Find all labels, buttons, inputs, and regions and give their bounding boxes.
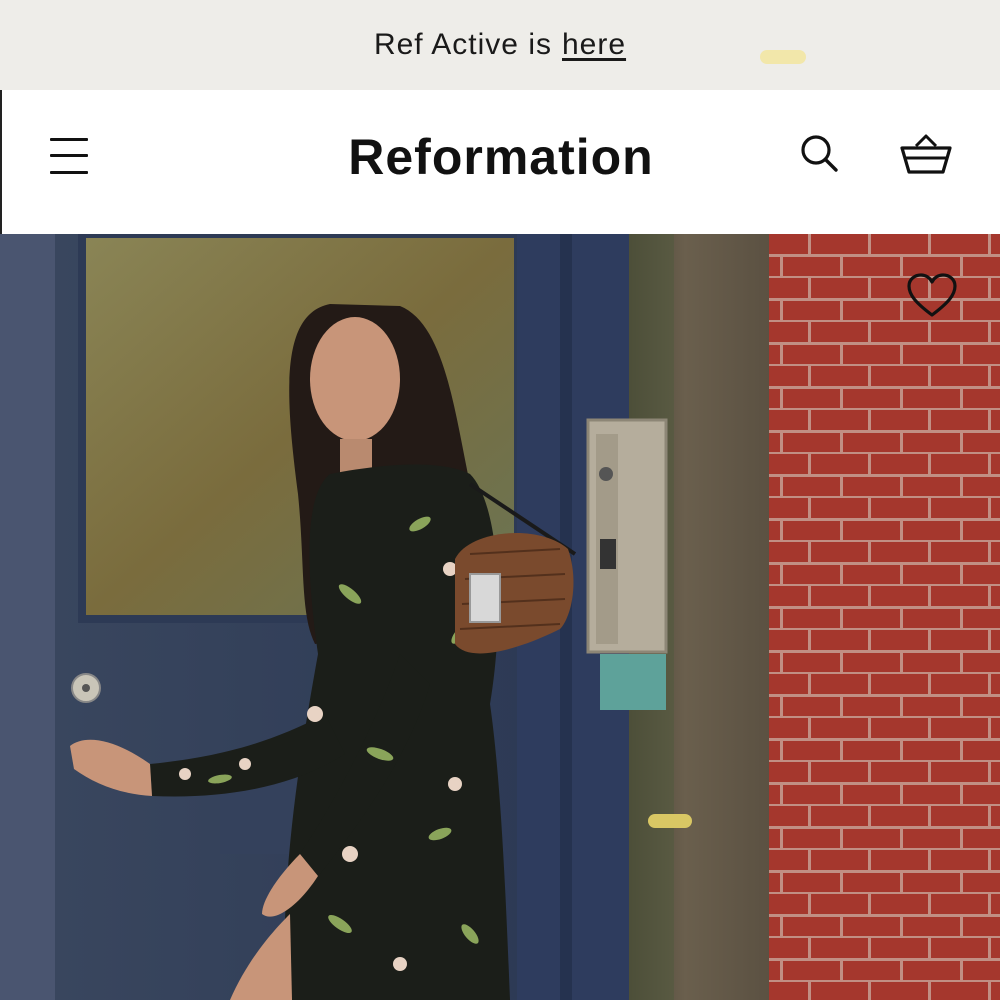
promo-link[interactable]: here <box>562 28 626 62</box>
promo-text: Ref Active is <box>373 28 552 61</box>
promo-banner: Ref Active is here <box>0 0 1000 90</box>
heart-icon[interactable] <box>906 273 958 319</box>
basket-icon[interactable] <box>898 130 954 180</box>
search-icon[interactable] <box>798 132 842 176</box>
promo-highlight-mark <box>760 50 806 64</box>
hero-image[interactable] <box>0 234 1000 1000</box>
site-logo[interactable]: Reformation <box>2 128 1000 186</box>
site-header: Reformation <box>0 90 1000 234</box>
hero-photo-illustration <box>0 234 1000 1000</box>
